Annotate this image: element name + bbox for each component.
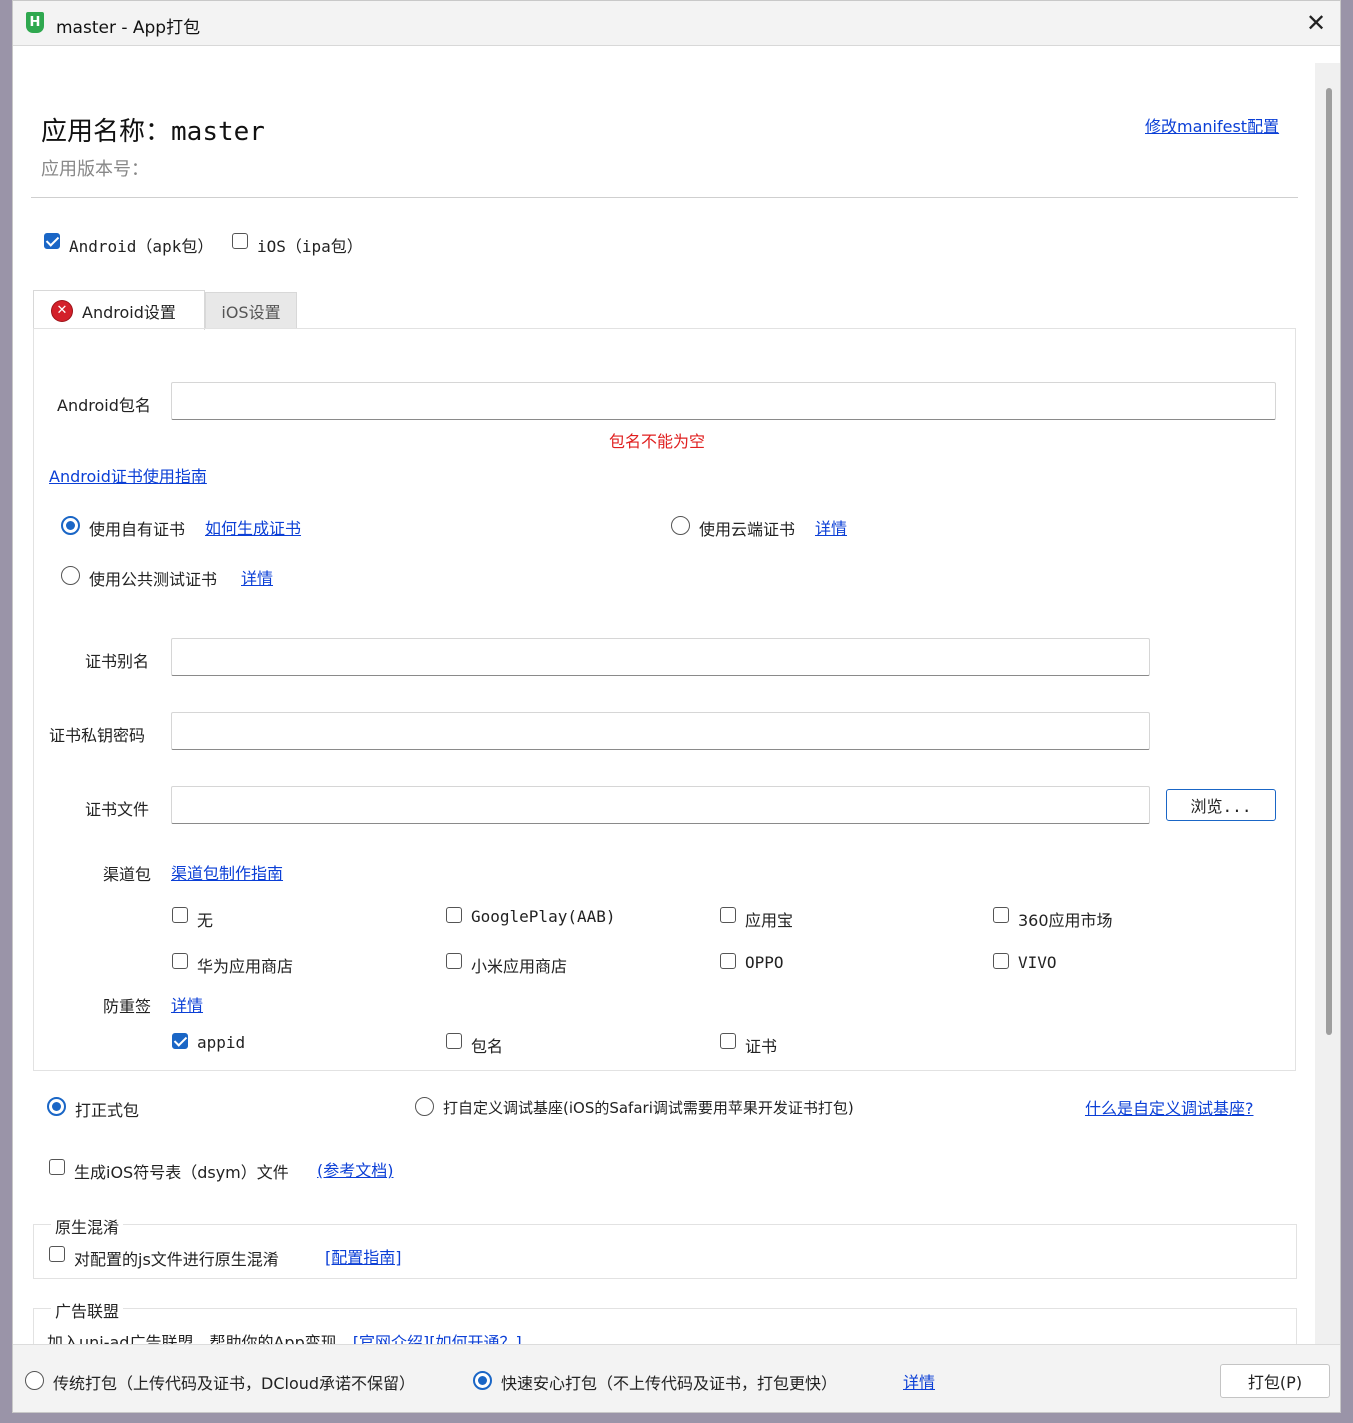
cert-alias-input[interactable] (171, 638, 1150, 676)
anti-resign-package-label: 包名 (471, 1037, 504, 1056)
channel-none-label: 无 (197, 911, 214, 930)
dsym-label: 生成iOS符号表（dsym）文件 (74, 1163, 289, 1182)
cert-alias-label: 证书别名 (85, 652, 150, 671)
channel-label: 渠道包 (103, 865, 152, 884)
formal-build-label: 打正式包 (75, 1101, 140, 1120)
traditional-pack-radio[interactable] (25, 1371, 44, 1390)
app-name-heading: 应用名称：master (41, 111, 265, 148)
channel-xiaomi-checkbox[interactable] (446, 953, 462, 969)
edit-manifest-link[interactable]: 修改manifest配置 (1145, 113, 1279, 137)
fast-pack-radio[interactable] (473, 1371, 492, 1390)
vertical-scrollbar[interactable] (1315, 63, 1340, 1345)
android-platform-checkbox[interactable] (44, 233, 60, 249)
package-name-label: Android包名 (57, 396, 151, 415)
obfuscation-label: 对配置的js文件进行原生混淆 (74, 1250, 279, 1269)
traditional-pack-label: 传统打包（上传代码及证书，DCloud承诺不保留） (53, 1374, 416, 1393)
channel-none-checkbox[interactable] (172, 907, 188, 923)
tab-ios-settings[interactable]: iOS设置 (205, 292, 297, 329)
custom-base-radio[interactable] (415, 1097, 434, 1116)
what-is-custom-base-link[interactable]: 什么是自定义调试基座? (1085, 1095, 1254, 1119)
cloud-cert-label: 使用云端证书 (699, 520, 796, 539)
dsym-checkbox[interactable] (49, 1159, 65, 1175)
public-cert-radio[interactable] (61, 566, 80, 585)
header-divider (31, 197, 1298, 198)
app-name-value: master (171, 117, 265, 147)
fast-pack-label: 快速安心打包（不上传代码及证书，打包更快） (501, 1374, 838, 1393)
formal-build-radio[interactable] (47, 1097, 66, 1116)
anti-resign-package-checkbox[interactable] (446, 1033, 462, 1049)
ads-legend: 广告联盟 (51, 1298, 124, 1322)
window-title: master - App打包 (56, 18, 201, 38)
tab-ios-label: iOS设置 (221, 302, 281, 322)
how-to-generate-cert-link[interactable]: 如何生成证书 (205, 515, 301, 539)
title-bar: H master - App打包 ✕ (13, 1, 1340, 46)
ios-platform-checkbox[interactable] (232, 233, 248, 249)
channel-huawei-checkbox[interactable] (172, 953, 188, 969)
cert-password-input[interactable] (171, 712, 1150, 750)
channel-googleplay-label: GooglePlay(AAB) (471, 907, 616, 926)
public-cert-details-link[interactable]: 详情 (241, 565, 273, 589)
anti-resign-cert-checkbox[interactable] (720, 1033, 736, 1049)
browse-button[interactable]: 浏览... (1166, 789, 1276, 821)
anti-resign-details-link[interactable]: 详情 (171, 992, 203, 1016)
channel-oppo-label: OPPO (745, 953, 784, 972)
cloud-cert-details-link[interactable]: 详情 (815, 515, 847, 539)
cert-password-label: 证书私钥密码 (49, 726, 146, 745)
fast-pack-details-link[interactable]: 详情 (903, 1369, 935, 1393)
channel-xiaomi-label: 小米应用商店 (471, 957, 568, 976)
channel-vivo-checkbox[interactable] (993, 953, 1009, 969)
package-name-input[interactable] (171, 382, 1276, 420)
channel-360-label: 360应用市场 (1018, 911, 1113, 930)
app-version-label: 应用版本号： (41, 159, 149, 180)
tab-android-label: Android设置 (82, 302, 176, 322)
own-cert-label: 使用自有证书 (89, 520, 186, 539)
own-cert-radio[interactable] (61, 516, 80, 535)
tab-android-settings[interactable]: ✕ Android设置 (33, 290, 205, 330)
cert-file-input[interactable] (171, 786, 1150, 824)
obfuscation-legend: 原生混淆 (51, 1214, 124, 1238)
android-cert-guide-link[interactable]: Android证书使用指南 (49, 463, 207, 487)
android-platform-label: Android（apk包） (69, 237, 214, 256)
obfuscation-checkbox[interactable] (49, 1246, 65, 1262)
hbuilder-logo-icon: H (26, 12, 44, 33)
channel-googleplay-checkbox[interactable] (446, 907, 462, 923)
obfuscation-guide-link[interactable]: [配置指南] (325, 1244, 402, 1268)
channel-oppo-checkbox[interactable] (720, 953, 736, 969)
anti-resign-label: 防重签 (103, 997, 152, 1016)
channel-guide-link[interactable]: 渠道包制作指南 (171, 860, 283, 884)
close-icon[interactable]: ✕ (1302, 9, 1330, 37)
package-name-error: 包名不能为空 (609, 432, 706, 451)
channel-yingyongbao-checkbox[interactable] (720, 907, 736, 923)
dsym-doc-link[interactable]: (参考文档) (317, 1157, 394, 1181)
custom-base-label: 打自定义调试基座(iOS的Safari调试需要用苹果开发证书打包) (443, 1099, 854, 1117)
anti-resign-appid-label: appid (197, 1033, 246, 1052)
anti-resign-appid-checkbox[interactable] (172, 1033, 188, 1049)
ios-platform-label: iOS（ipa包） (257, 237, 363, 256)
channel-yingyongbao-label: 应用宝 (745, 911, 794, 930)
error-icon: ✕ (52, 300, 72, 321)
app-pack-dialog: H master - App打包 ✕ 应用名称：master 应用版本号： 修改… (12, 0, 1341, 1413)
public-cert-label: 使用公共测试证书 (89, 570, 218, 589)
bottom-bar: 传统打包（上传代码及证书，DCloud承诺不保留） 快速安心打包（不上传代码及证… (13, 1344, 1340, 1412)
anti-resign-cert-label: 证书 (745, 1037, 778, 1056)
channel-360-checkbox[interactable] (993, 907, 1009, 923)
pack-button[interactable]: 打包(P) (1220, 1364, 1330, 1398)
cert-file-label: 证书文件 (85, 800, 150, 819)
channel-huawei-label: 华为应用商店 (197, 957, 294, 976)
channel-vivo-label: VIVO (1018, 953, 1057, 972)
app-name-label: 应用名称： (41, 117, 172, 147)
cloud-cert-radio[interactable] (671, 516, 690, 535)
scrollbar-thumb[interactable] (1326, 88, 1332, 1035)
